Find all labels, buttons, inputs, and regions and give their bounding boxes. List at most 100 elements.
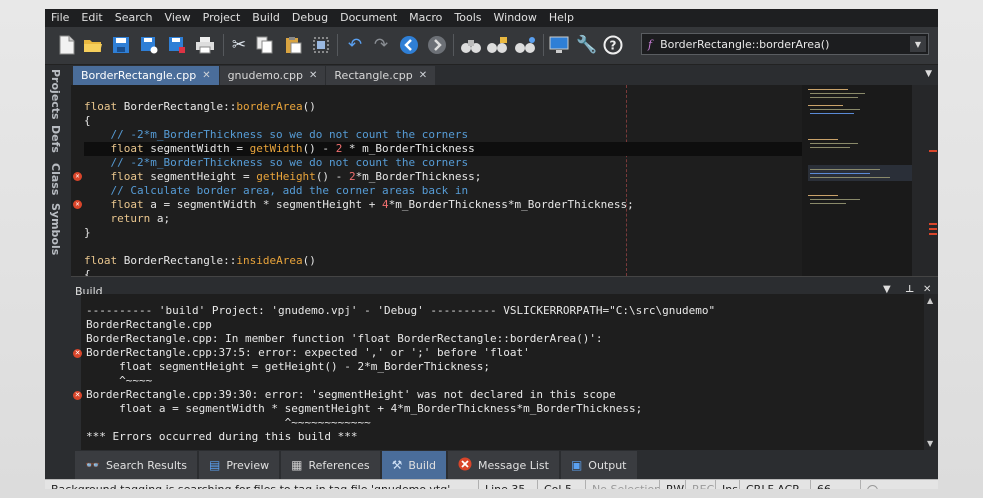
error-marker-icon[interactable]: ✕ <box>73 200 82 209</box>
build-error-line[interactable]: BorderRectangle.cpp:39:30: error: 'segme… <box>86 388 616 402</box>
chevron-down-icon[interactable]: ▼ <box>910 36 926 52</box>
side-tab-symbols[interactable]: Symbols <box>49 203 62 255</box>
references-icon: ▦ <box>291 458 303 472</box>
menu-view[interactable]: View <box>159 9 197 27</box>
editor-tabs: BorderRectangle.cpp ✕ gnudemo.cpp ✕ Rect… <box>73 66 938 85</box>
menu-debug[interactable]: Debug <box>286 9 334 27</box>
menu-build[interactable]: Build <box>246 9 286 27</box>
minimap-line <box>810 109 860 110</box>
error-location-marker[interactable] <box>929 228 937 230</box>
menu-file[interactable]: File <box>45 9 75 27</box>
status-col[interactable]: Col 5 <box>537 480 578 489</box>
back-icon[interactable] <box>397 33 421 57</box>
tab-references[interactable]: ▦ References <box>281 451 380 479</box>
minimap-line <box>808 105 843 106</box>
error-location-marker[interactable] <box>929 150 937 152</box>
tab-search-results[interactable]: 👓 Search Results <box>75 451 197 479</box>
error-icon <box>458 457 472 474</box>
find-symbol-icon[interactable] <box>513 33 537 57</box>
close-icon[interactable]: ✕ <box>202 70 210 81</box>
save-icon[interactable] <box>109 33 133 57</box>
build-line: float segmentHeight = getHeight() - 2*m_… <box>86 360 490 373</box>
menu-macro[interactable]: Macro <box>403 9 448 27</box>
find-in-files-icon[interactable] <box>485 33 509 57</box>
code-line: { <box>84 268 91 276</box>
open-folder-icon[interactable] <box>81 33 105 57</box>
tab-label: Preview <box>226 458 270 472</box>
menu-project[interactable]: Project <box>197 9 247 27</box>
tab-list-chevron-icon[interactable]: ▼ <box>925 69 932 79</box>
build-line: BorderRectangle.cpp: In member function … <box>86 332 603 345</box>
screen-icon[interactable] <box>547 33 571 57</box>
code-line: // Calculate border area, add the corner… <box>84 184 469 197</box>
error-marker-icon[interactable]: ✕ <box>73 391 82 400</box>
paste-icon[interactable] <box>281 33 305 57</box>
side-tool-tabs: Projects Defs Class Symbols <box>45 65 71 295</box>
editor-tab-borderrectangle[interactable]: BorderRectangle.cpp ✕ <box>73 66 219 85</box>
code-line-current: float segmentWidth = getWidth() - 2 * m_… <box>84 142 802 156</box>
minimap-line <box>808 89 848 90</box>
build-icon: ⚒ <box>391 458 403 472</box>
status-bar: Background tagging is searching for file… <box>45 479 938 489</box>
undo-icon[interactable]: ↶ <box>343 33 367 57</box>
cut-icon[interactable]: ✂ <box>227 33 251 57</box>
menu-edit[interactable]: Edit <box>75 9 108 27</box>
binoculars-icon: 👓 <box>85 458 100 472</box>
wrench-icon[interactable]: 🔧 <box>575 33 599 57</box>
toolbar: ✂ ↶ ↷ 🔧 ? f BorderRectangle::borderArea(… <box>45 27 938 65</box>
copy-icon[interactable] <box>253 33 277 57</box>
code-line: { <box>84 114 91 127</box>
minimap-line <box>810 169 880 170</box>
error-marker-icon[interactable]: ✕ <box>73 349 82 358</box>
build-output[interactable]: ---------- 'build' Project: 'gnudemo.vpj… <box>81 294 924 450</box>
status-eol-encoding[interactable]: CRLF ACP <box>739 480 805 489</box>
save-as-icon[interactable] <box>137 33 161 57</box>
redo-icon[interactable]: ↷ <box>369 33 393 57</box>
tab-preview[interactable]: ▤ Preview <box>198 451 280 479</box>
editor-tab-label: gnudemo.cpp <box>227 69 304 82</box>
close-icon[interactable]: ✕ <box>309 70 317 81</box>
code-editor[interactable]: float BorderRectangle::borderArea() { //… <box>71 85 802 276</box>
print-icon[interactable] <box>193 33 217 57</box>
editor-tab-gnudemo[interactable]: gnudemo.cpp ✕ <box>219 66 326 85</box>
menu-help[interactable]: Help <box>543 9 580 27</box>
minimap[interactable] <box>802 85 912 276</box>
clock-icon <box>867 484 878 489</box>
select-all-icon[interactable] <box>309 33 333 57</box>
help-icon[interactable]: ? <box>601 33 625 57</box>
side-tab-class[interactable]: Class <box>49 163 62 195</box>
menu-document[interactable]: Document <box>334 9 403 27</box>
scroll-down-icon[interactable]: ▼ <box>927 439 933 448</box>
forward-icon[interactable] <box>425 33 449 57</box>
build-vertical-scrollbar[interactable]: ▲ ▼ <box>924 294 938 450</box>
error-location-marker[interactable] <box>929 233 937 235</box>
editor-vertical-scrollbar[interactable] <box>912 85 938 276</box>
side-tab-projects[interactable]: Projects <box>49 69 62 120</box>
new-file-icon[interactable] <box>55 33 79 57</box>
function-selector[interactable]: f BorderRectangle::borderArea() ▼ <box>641 33 929 55</box>
find-binoculars-icon[interactable] <box>459 33 483 57</box>
build-error-line[interactable]: BorderRectangle.cpp:37:5: error: expecte… <box>86 346 530 360</box>
svg-text:?: ? <box>610 39 617 53</box>
menu-search[interactable]: Search <box>109 9 159 27</box>
error-marker-icon[interactable]: ✕ <box>73 172 82 181</box>
code-line: float segmentHeight = getHeight() - 2*m_… <box>84 170 482 183</box>
tab-build[interactable]: ⚒ Build <box>381 451 446 479</box>
scroll-up-icon[interactable]: ▲ <box>927 296 933 305</box>
tab-output[interactable]: ▣ Output <box>560 451 637 479</box>
code-line: } <box>84 226 91 239</box>
error-location-marker[interactable] <box>929 223 937 225</box>
menu-tools[interactable]: Tools <box>448 9 487 27</box>
tab-message-list[interactable]: Message List <box>448 451 559 479</box>
save-all-icon[interactable] <box>165 33 189 57</box>
code-line: return a; <box>84 212 171 225</box>
side-tab-defs[interactable]: Defs <box>49 125 62 153</box>
menu-window[interactable]: Window <box>488 9 543 27</box>
status-line[interactable]: Line 35 <box>478 480 531 489</box>
editor-tab-rectangle[interactable]: Rectangle.cpp ✕ <box>326 66 436 85</box>
close-icon[interactable]: ✕ <box>419 70 427 81</box>
build-line: float a = segmentWidth * segmentHeight +… <box>86 402 643 415</box>
preview-icon: ▤ <box>208 458 221 472</box>
minimap-line <box>808 195 838 196</box>
tab-label: Build <box>408 458 436 472</box>
